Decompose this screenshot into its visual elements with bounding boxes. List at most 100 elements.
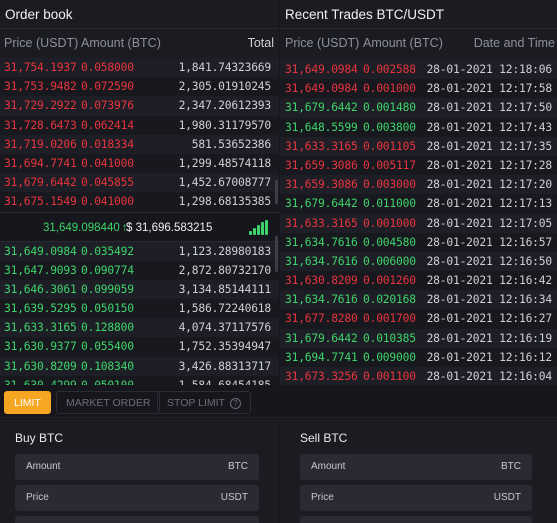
trade-time: 28-01-2021 12:17:43 bbox=[426, 120, 553, 134]
sell-total-field[interactable] bbox=[300, 516, 532, 523]
tab-market-order-label: MARKET ORDER bbox=[66, 397, 151, 409]
trade-row[interactable]: 31,649.0984 0.002588 28-01-2021 12:18:06 bbox=[280, 60, 557, 80]
ask-row[interactable]: 31,754.1937 0.058000 1,841.74323669 bbox=[0, 58, 279, 78]
trade-row[interactable]: 31,659.3086 0.003000 28-01-2021 12:17:20 bbox=[280, 175, 557, 195]
bid-price: 31,630.4299 bbox=[4, 376, 77, 385]
last-price-value: 31,649.098440 bbox=[43, 221, 120, 234]
amount-column-header: Amount (BTC) bbox=[81, 36, 161, 50]
sell-price-field[interactable]: Price USDT bbox=[300, 485, 532, 511]
last-price-bar: 31,649.098440 ↑ $ 31,696.583215 bbox=[0, 211, 279, 242]
recent-trades-title: Recent Trades BTC/USDT bbox=[280, 0, 557, 29]
trade-row[interactable]: 31,679.6442 0.011000 28-01-2021 12:17:13 bbox=[280, 194, 557, 214]
ask-price: 31,679.6442 bbox=[4, 176, 77, 190]
ask-price: 31,754.1937 bbox=[4, 61, 77, 74]
ask-price: 31,728.6473 bbox=[4, 118, 77, 132]
buy-amount-field[interactable]: Amount BTC bbox=[15, 454, 259, 480]
signal-strength-icon bbox=[249, 219, 269, 235]
bid-amount: 0.055400 bbox=[81, 340, 134, 354]
ask-row[interactable]: 31,729.2922 0.073976 2,347.20612393 bbox=[0, 96, 279, 116]
bid-row[interactable]: 31,633.3165 0.128800 4,074.37117576 bbox=[0, 318, 279, 338]
trade-amount: 0.003800 bbox=[363, 120, 416, 134]
trade-row[interactable]: 31,648.5599 0.003800 28-01-2021 12:17:43 bbox=[280, 117, 557, 137]
trade-row[interactable]: 31,649.0984 0.001000 28-01-2021 12:17:58 bbox=[280, 79, 557, 99]
bid-total: 1,586.72240618 bbox=[178, 302, 272, 316]
trade-time: 28-01-2021 12:18:06 bbox=[426, 63, 553, 76]
trade-amount: 0.020168 bbox=[363, 293, 416, 307]
trade-price: 31,633.3165 bbox=[285, 216, 358, 230]
trade-time: 28-01-2021 12:17:35 bbox=[426, 139, 553, 153]
recent-trades-panel: Recent Trades BTC/USDT Price (USDT) Amou… bbox=[280, 0, 557, 385]
trade-row[interactable]: 31,633.3165 0.001000 28-01-2021 12:17:05 bbox=[280, 213, 557, 233]
trade-price: 31,694.7741 bbox=[285, 350, 358, 364]
bid-total: 1,123.28980183 bbox=[178, 244, 272, 258]
bid-price: 31,633.3165 bbox=[4, 321, 77, 335]
trade-time: 28-01-2021 12:16:27 bbox=[426, 312, 553, 326]
trade-time: 28-01-2021 12:16:42 bbox=[426, 274, 553, 288]
ask-price: 31,719.0206 bbox=[4, 137, 77, 151]
sell-amount-unit: BTC bbox=[501, 461, 521, 472]
trade-row[interactable]: 31,634.7616 0.020168 28-01-2021 12:16:34 bbox=[280, 290, 557, 310]
bid-amount: 0.108340 bbox=[81, 359, 134, 373]
trade-row[interactable]: 31,634.7616 0.004580 28-01-2021 12:16:57 bbox=[280, 232, 557, 252]
tab-stop-limit[interactable]: STOP LIMIT? bbox=[157, 391, 251, 414]
trade-price: 31,673.3256 bbox=[285, 370, 358, 383]
trade-row[interactable]: 31,633.3165 0.001105 28-01-2021 12:17:35 bbox=[280, 136, 557, 156]
bid-row[interactable]: 31,630.9377 0.055400 1,752.35394947 bbox=[0, 337, 279, 357]
trade-row[interactable]: 31,630.8209 0.001260 28-01-2021 12:16:42 bbox=[280, 271, 557, 291]
asks-list[interactable]: 31,754.1937 0.058000 1,841.74323669 31,753.… bbox=[0, 58, 279, 212]
bids-list[interactable]: 31,649.0984 0.035492 1,123.28980183 31,647.… bbox=[0, 241, 279, 385]
buy-amount-label: Amount bbox=[26, 461, 61, 472]
buy-price-field[interactable]: Price USDT bbox=[15, 485, 259, 511]
ask-amount: 0.073976 bbox=[81, 99, 134, 113]
bid-price: 31,630.8209 bbox=[4, 359, 77, 373]
tab-limit-label: LIMIT bbox=[14, 397, 41, 409]
ask-price: 31,729.2922 bbox=[4, 99, 77, 113]
order-book-panel: Order book Price (USDT) Amount (BTC) Tot… bbox=[0, 0, 279, 385]
trade-row[interactable]: 31,694.7741 0.009000 28-01-2021 12:16:12 bbox=[280, 347, 557, 367]
ask-row[interactable]: 31,728.6473 0.062414 1,980.31179570 bbox=[0, 115, 279, 135]
ask-row[interactable]: 31,694.7741 0.041000 1,299.48574118 bbox=[0, 153, 279, 174]
bid-row[interactable]: 31,646.3061 0.099059 3,134.85144111 bbox=[0, 279, 279, 300]
sell-form: Sell BTC Amount BTC Price USDT bbox=[280, 419, 557, 523]
trade-price: 31,659.3086 bbox=[285, 178, 358, 192]
bid-row[interactable]: 31,639.5295 0.050150 1,586.72240618 bbox=[0, 299, 279, 319]
order-book-header: Price (USDT) Amount (BTC) Total bbox=[0, 29, 279, 58]
ask-total: 2,305.01910245 bbox=[178, 80, 272, 94]
bid-row[interactable]: 31,649.0984 0.035492 1,123.28980183 bbox=[0, 241, 279, 261]
ask-row[interactable]: 31,753.9482 0.072590 2,305.01910245 bbox=[0, 77, 279, 97]
ask-row[interactable]: 31,719.0206 0.018334 581.53652386 bbox=[0, 134, 279, 154]
ask-row[interactable]: 31,679.6442 0.045855 1,452.67008777 bbox=[0, 173, 279, 193]
ask-amount: 0.041000 bbox=[81, 195, 134, 209]
trade-row[interactable]: 31,679.6442 0.001480 28-01-2021 12:17:50 bbox=[280, 98, 557, 118]
info-icon[interactable]: ? bbox=[229, 398, 241, 409]
bid-row[interactable]: 31,630.8209 0.108340 3,426.88313717 bbox=[0, 356, 279, 376]
trade-amount-column-header: Amount (BTC) bbox=[363, 36, 443, 50]
bid-row[interactable]: 31,647.9093 0.090774 2,872.80732170 bbox=[0, 260, 279, 280]
trade-time: 28-01-2021 12:17:50 bbox=[426, 101, 553, 115]
trade-time: 28-01-2021 12:17:58 bbox=[426, 82, 553, 96]
bids-scrollbar[interactable] bbox=[275, 236, 278, 272]
bid-amount: 0.099059 bbox=[81, 282, 134, 296]
tab-limit[interactable]: LIMIT bbox=[4, 391, 51, 414]
tab-market-order[interactable]: MARKET ORDER bbox=[56, 391, 161, 414]
trades-list[interactable]: 31,649.0984 0.002588 28-01-2021 12:18:06 31… bbox=[280, 60, 557, 385]
bid-price: 31,639.5295 bbox=[4, 302, 77, 316]
ask-total: 1,841.74323669 bbox=[178, 61, 272, 74]
bid-price: 31,647.9093 bbox=[4, 263, 77, 277]
asks-scrollbar[interactable] bbox=[275, 180, 278, 204]
bid-total: 1,752.35394947 bbox=[178, 340, 272, 354]
bid-row[interactable]: 31,630.4299 0.050100 1,584.68454185 bbox=[0, 375, 279, 385]
trade-row[interactable]: 31,659.3086 0.005117 28-01-2021 12:17:28 bbox=[280, 155, 557, 176]
trade-time-column-header: Date and Time bbox=[473, 36, 555, 50]
trade-row[interactable]: 31,679.6442 0.010385 28-01-2021 12:16:19 bbox=[280, 328, 557, 348]
ask-row[interactable]: 31,675.1549 0.041000 1,298.68135385 bbox=[0, 192, 279, 212]
trade-amount: 0.001100 bbox=[363, 370, 416, 383]
buy-total-field[interactable] bbox=[15, 516, 259, 523]
trade-price: 31,633.3165 bbox=[285, 139, 358, 153]
trade-row[interactable]: 31,634.7616 0.006000 28-01-2021 12:16:50 bbox=[280, 251, 557, 272]
ask-amount: 0.072590 bbox=[81, 80, 134, 94]
trade-row[interactable]: 31,677.8280 0.001700 28-01-2021 12:16:27 bbox=[280, 309, 557, 329]
bid-total: 1,584.68454185 bbox=[179, 376, 272, 385]
trade-row[interactable]: 31,673.3256 0.001100 28-01-2021 12:16:04 bbox=[280, 367, 557, 385]
sell-amount-field[interactable]: Amount BTC bbox=[300, 454, 532, 480]
